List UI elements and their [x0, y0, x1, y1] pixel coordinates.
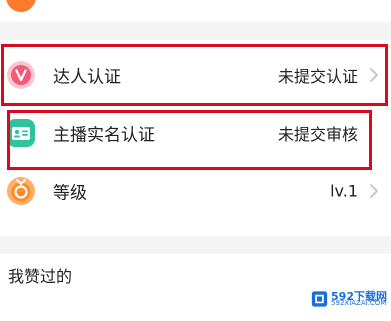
level-value: lv.1: [330, 181, 358, 201]
anchor-realname-row[interactable]: 主播实名认证 未提交审核: [0, 104, 391, 162]
profile-settings-screen: 达人认证 未提交认证 主播实名认证 未提交审核 等级 lv.1 我赞过的 592…: [0, 0, 391, 321]
chevron-right-icon: [370, 184, 378, 198]
watermark-subtext: 592XIAZAI.COM: [331, 299, 387, 308]
chevron-right-icon: [370, 68, 378, 82]
level-row[interactable]: 等级 lv.1: [0, 162, 391, 220]
id-card-icon: [7, 119, 35, 147]
top-card: [0, 0, 391, 22]
expert-badge-icon: [7, 61, 35, 89]
expert-verification-status: 未提交认证: [277, 67, 358, 86]
anchor-realname-status: 未提交审核: [277, 125, 358, 144]
level-label: 等级: [53, 183, 87, 204]
watermark-logo-icon: [311, 291, 328, 307]
site-watermark: 592下载网 592XIAZAI.COM: [309, 287, 387, 311]
expert-verification-label: 达人认证: [53, 67, 121, 88]
expert-verification-row[interactable]: 达人认证 未提交认证: [0, 46, 391, 104]
level-medal-icon: [7, 177, 35, 205]
partial-orange-icon: [6, 0, 36, 12]
liked-section-title: 我赞过的: [8, 267, 73, 286]
anchor-realname-label: 主播实名认证: [53, 125, 155, 146]
